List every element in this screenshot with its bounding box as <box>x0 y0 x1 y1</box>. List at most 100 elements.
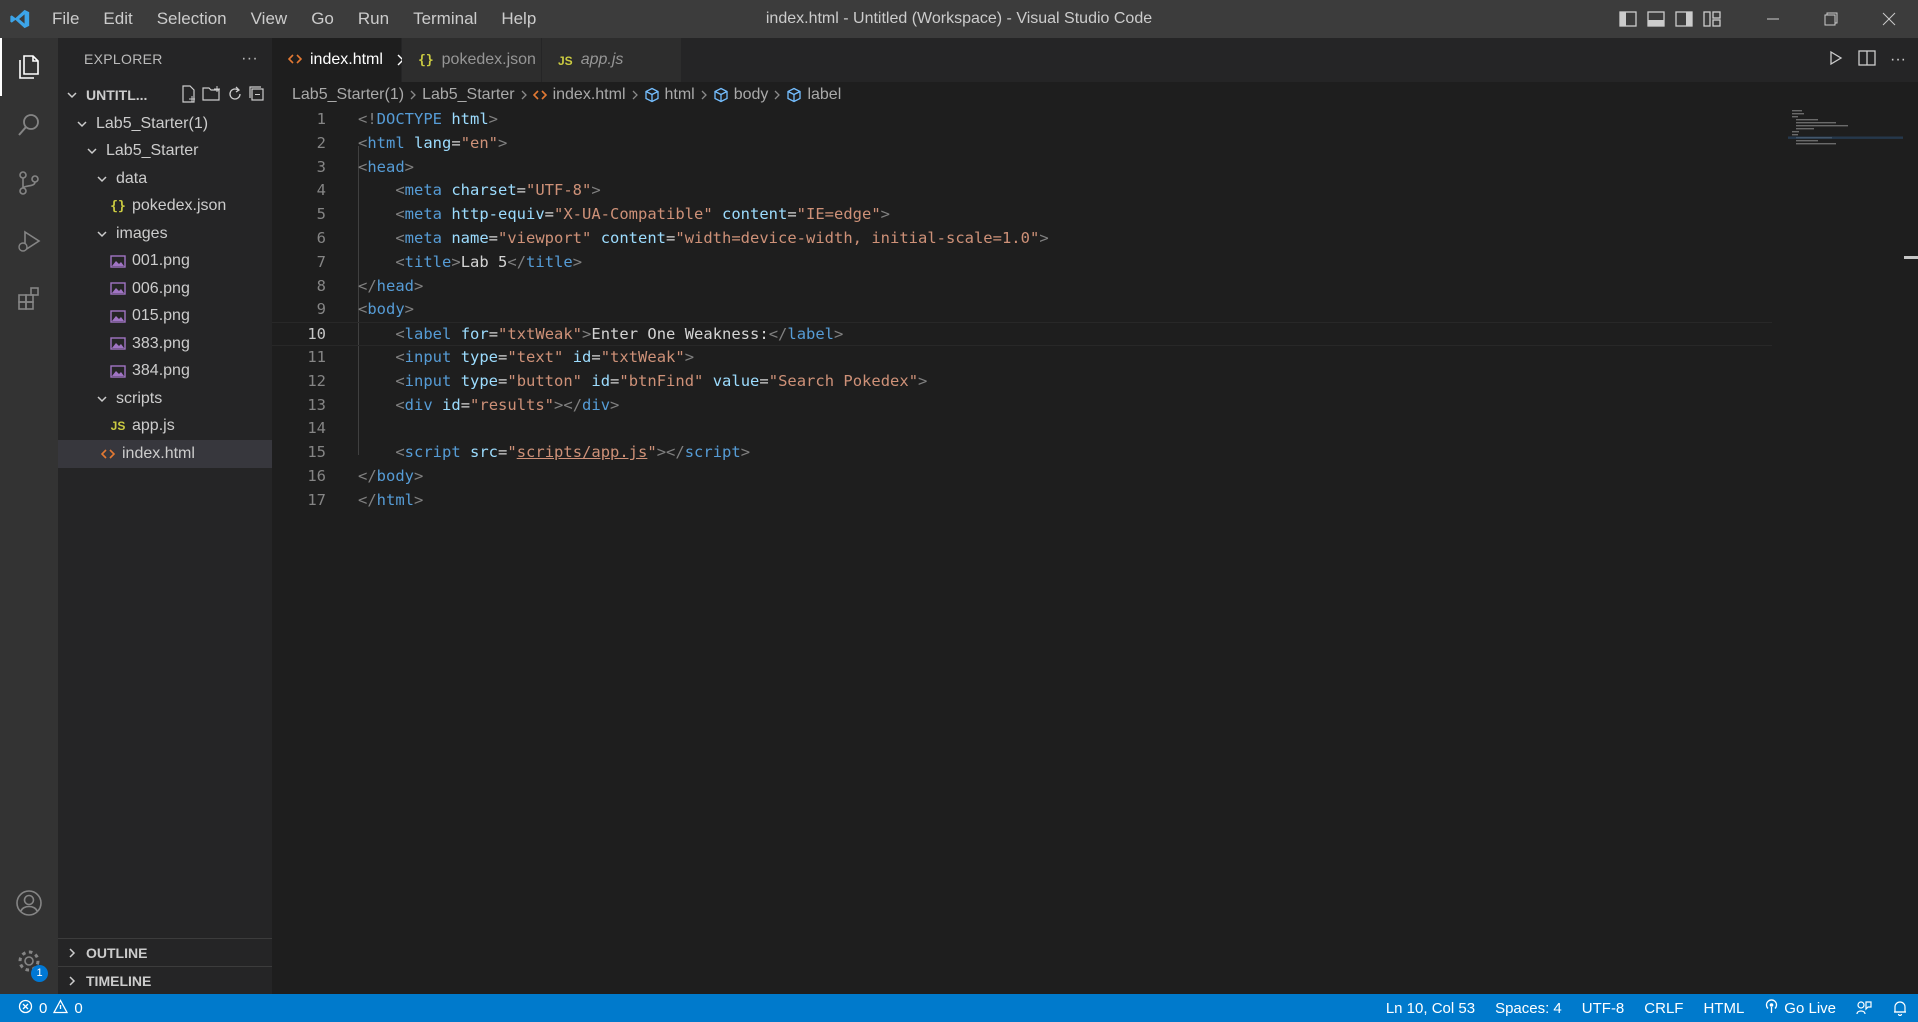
breadcrumb-item[interactable]: Lab5_Starter(1) <box>292 86 404 104</box>
more-actions-icon[interactable]: ··· <box>241 50 258 68</box>
line-source: <meta http-equiv="X-UA-Compatible" conte… <box>358 203 890 227</box>
tree-file[interactable]: JS app.js <box>58 413 272 441</box>
indentation[interactable]: Spaces: 4 <box>1485 1000 1572 1017</box>
restore-icon[interactable] <box>1802 0 1860 38</box>
menu-terminal[interactable]: Terminal <box>401 0 489 38</box>
code-line[interactable]: 15 <script src="scripts/app.js"></script… <box>272 441 1772 465</box>
toggle-primary-sidebar-icon[interactable] <box>1614 0 1642 38</box>
new-folder-icon[interactable] <box>202 85 222 106</box>
tree-file[interactable]: 383.png <box>58 330 272 358</box>
menu-file[interactable]: File <box>40 0 91 38</box>
collapse-all-icon[interactable] <box>248 85 266 106</box>
code-line[interactable]: 12 <input type="button" id="btnFind" val… <box>272 370 1772 394</box>
run-file-icon[interactable] <box>1828 50 1844 71</box>
search-icon[interactable] <box>0 96 58 154</box>
code-token: = <box>544 205 555 224</box>
tree-folder[interactable]: scripts <box>58 385 272 413</box>
minimap[interactable] <box>1788 108 1903 994</box>
end-of-line[interactable]: CRLF <box>1634 1000 1693 1017</box>
file-tree: Lab5_Starter(1) Lab5_Starter data {} pokedex… <box>58 110 272 468</box>
breadcrumb-item[interactable]: index.html <box>532 86 626 104</box>
code-line[interactable]: 10 <label for="txtWeak">Enter One Weakne… <box>272 322 1772 346</box>
code-line[interactable]: 17 </html> <box>272 489 1772 513</box>
menu-help[interactable]: Help <box>489 0 548 38</box>
code-line[interactable]: 7 <title>Lab 5</title> <box>272 251 1772 275</box>
image-file-icon <box>110 365 126 378</box>
tree-file[interactable]: {} pokedex.json <box>58 193 272 221</box>
chevron-right-icon <box>64 947 80 959</box>
run-debug-icon[interactable] <box>0 212 58 270</box>
close-window-icon[interactable] <box>1860 0 1918 38</box>
explorer-files-icon[interactable] <box>0 38 58 96</box>
tree-folder[interactable]: Lab5_Starter <box>58 138 272 166</box>
code-editor[interactable]: 1 <!DOCTYPE html> 2 <html lang="en"> 3 <head>… <box>272 108 1772 994</box>
tab-app-js[interactable]: JS app.js <box>542 38 682 82</box>
new-file-icon[interactable] <box>180 84 198 106</box>
code-line[interactable]: 2 <html lang="en"> <box>272 132 1772 156</box>
code-line[interactable]: 14 <box>272 417 1772 441</box>
tree-folder[interactable]: images <box>58 220 272 248</box>
code-token: = <box>787 205 797 224</box>
language-mode[interactable]: HTML <box>1693 1000 1754 1017</box>
feedback-icon[interactable] <box>1846 1000 1882 1016</box>
refresh-icon[interactable] <box>226 85 244 106</box>
code-token: > <box>740 443 751 462</box>
extensions-icon[interactable] <box>0 270 58 328</box>
code-line[interactable]: 1 <!DOCTYPE html> <box>272 108 1772 132</box>
tab-pokedex-json[interactable]: {} pokedex.json <box>402 38 542 82</box>
timeline-section[interactable]: TIMELINE <box>58 966 272 994</box>
code-line[interactable]: 5 <meta http-equiv="X-UA-Compatible" con… <box>272 203 1772 227</box>
customize-layout-icon[interactable] <box>1698 0 1726 38</box>
split-editor-icon[interactable] <box>1858 49 1876 71</box>
breadcrumb-item[interactable]: html <box>644 86 695 104</box>
line-number: 3 <box>316 157 326 176</box>
code-line[interactable]: 4 <meta charset="UTF-8"> <box>272 179 1772 203</box>
notifications-bell-icon[interactable] <box>1882 1000 1918 1016</box>
toggle-panel-icon[interactable] <box>1642 0 1670 38</box>
code-line[interactable]: 3 <head> <box>272 156 1772 180</box>
problems-indicator[interactable]: 0 0 <box>0 998 83 1018</box>
outline-section[interactable]: OUTLINE <box>58 938 272 966</box>
cursor-position[interactable]: Ln 10, Col 53 <box>1376 1000 1485 1017</box>
menu-edit[interactable]: Edit <box>91 0 144 38</box>
menu-view[interactable]: View <box>239 0 300 38</box>
toggle-secondary-sidebar-icon[interactable] <box>1670 0 1698 38</box>
manage-gear-icon[interactable]: 1 <box>0 932 58 990</box>
minimize-icon[interactable] <box>1744 0 1802 38</box>
tree-folder[interactable]: data <box>58 165 272 193</box>
source-control-icon[interactable] <box>0 154 58 212</box>
menu-selection[interactable]: Selection <box>145 0 239 38</box>
workspace-header[interactable]: UNTITL... <box>58 80 272 110</box>
tab-index-html[interactable]: index.html <box>272 38 409 82</box>
more-editor-actions-icon[interactable]: ··· <box>1890 51 1906 69</box>
menu-go[interactable]: Go <box>299 0 346 38</box>
code-line[interactable]: 16 </body> <box>272 465 1772 489</box>
workspace-name: UNTITL... <box>86 87 148 103</box>
encoding[interactable]: UTF-8 <box>1572 1000 1635 1017</box>
tree-file[interactable]: 384.png <box>58 358 272 386</box>
tree-file[interactable]: 001.png <box>58 248 272 276</box>
breadcrumb-item[interactable]: body <box>713 86 768 104</box>
breadcrumb-item[interactable]: label <box>786 86 841 104</box>
code-line[interactable]: 9 <body> <box>272 298 1772 322</box>
menu-run[interactable]: Run <box>346 0 401 38</box>
code-line[interactable]: 6 <meta name="viewport" content="width=d… <box>272 227 1772 251</box>
tree-folder[interactable]: Lab5_Starter(1) <box>58 110 272 138</box>
go-live-button[interactable]: Go Live <box>1754 998 1846 1018</box>
code-token: < <box>395 325 405 344</box>
tree-file[interactable]: 015.png <box>58 303 272 331</box>
code-token: </ <box>358 467 377 485</box>
scrollbar-cursor-marker[interactable] <box>1904 256 1918 259</box>
code-line[interactable]: 11 <input type="text" id="txtWeak"> <box>272 346 1772 370</box>
code-line[interactable]: 13 <div id="results"></div> <box>272 394 1772 418</box>
breadcrumb-label: index.html <box>552 86 626 103</box>
breadcrumb-item[interactable]: Lab5_Starter <box>422 86 515 104</box>
tree-file[interactable]: 006.png <box>58 275 272 303</box>
tree-file[interactable]: index.html <box>58 440 272 468</box>
chevron-right-icon <box>773 88 781 103</box>
js-file-icon: JS <box>558 53 573 68</box>
account-icon[interactable] <box>0 874 58 932</box>
code-line[interactable]: 8 </head> <box>272 275 1772 299</box>
